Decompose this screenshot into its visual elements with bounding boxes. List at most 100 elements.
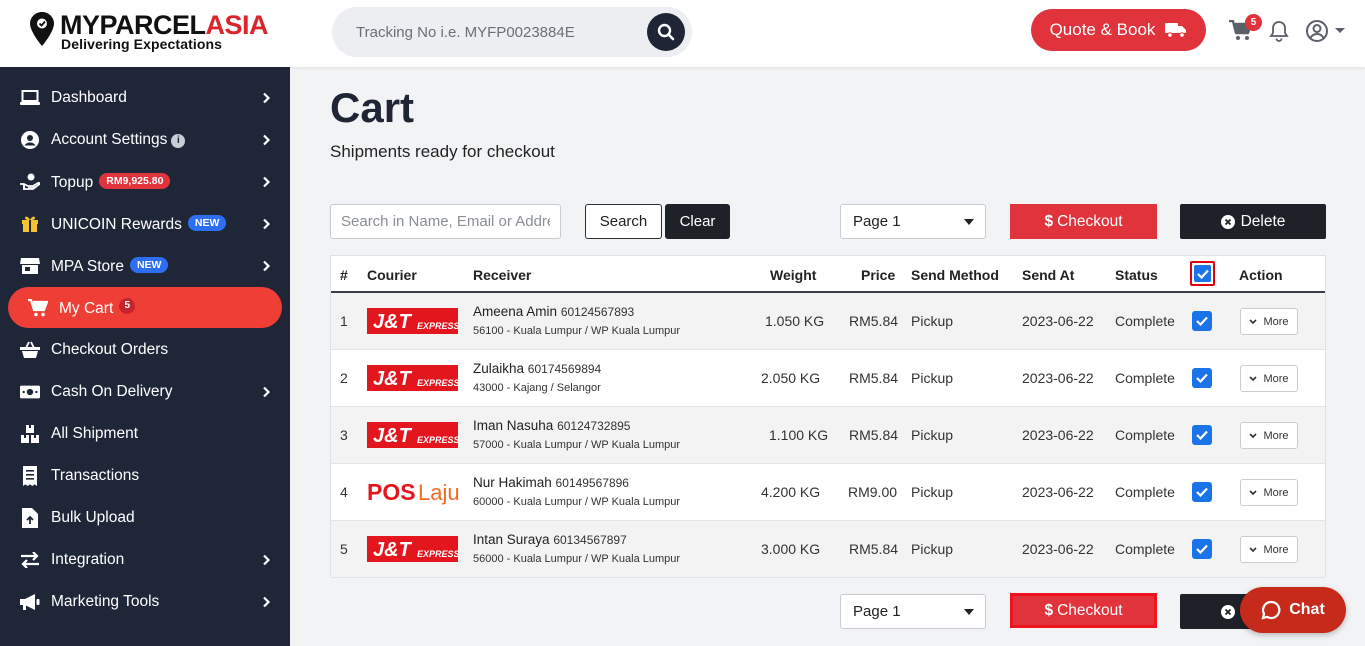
svg-text:J&T: J&T [373,425,413,447]
col-status: Status [1115,267,1158,283]
notifications-button[interactable] [1266,18,1292,44]
cart-count-badge: 5 [119,297,136,314]
row-price: RM9.00 [848,484,898,500]
col-courier: Courier [367,267,417,283]
brand-tagline: Delivering Expectations [61,36,223,52]
basket-icon [20,340,40,360]
chevron-right-icon [263,176,271,188]
caret-down-icon [964,219,974,225]
sidebar-item-topup[interactable]: Topup RM9,925.80 [0,161,290,203]
receiver-name: Zulaikha [473,361,525,376]
table-row: 5 J&T EXPRESS Intan Suraya 60134567897 56… [331,521,1325,578]
receiver-address: 57000 - Kuala Lumpur / WP Kuala Lumpur [473,439,681,451]
chevron-down-icon [1249,432,1258,438]
chat-label: Chat [1289,601,1325,618]
page-select-top[interactable]: Page 1 [840,204,986,239]
row-send-at: 2023-06-22 [1022,541,1094,557]
receiver-phone: 60124732895 [557,419,631,433]
search-button[interactable]: Search [585,204,662,239]
pos-laju-logo: POS Laju [367,479,459,505]
delete-button-top[interactable]: Delete [1180,204,1326,239]
check-icon [1196,316,1208,326]
gift-icon [20,214,40,234]
sidebar-item-unicoin-rewards[interactable]: UNICOIN Rewards NEW [0,203,290,245]
row-number: 3 [340,427,348,443]
page-select-bottom[interactable]: Page 1 [840,594,986,629]
row-number: 4 [340,484,348,500]
jt-express-logo: J&T EXPRESS [367,365,458,391]
select-all-checkbox[interactable] [1190,261,1215,286]
checkout-label: Checkout [1057,212,1123,230]
chevron-right-icon [263,134,271,146]
row-send-method: Pickup [911,484,954,500]
check-icon [1196,430,1208,440]
quote-and-book-button[interactable]: Quote & Book [1031,9,1206,51]
user-menu-button[interactable] [1300,18,1350,44]
new-badge: NEW [187,214,227,231]
sidebar-item-mpa-store[interactable]: MPA Store NEW [0,245,290,287]
sidebar-item-label: Integration [51,551,125,568]
row-checkbox[interactable] [1192,482,1212,502]
sidebar-item-all-shipment[interactable]: All Shipment [0,413,290,455]
sidebar-item-dashboard[interactable]: Dashboard [0,77,290,119]
more-label: More [1263,429,1289,442]
row-status: Complete [1115,370,1175,386]
svg-text:EXPRESS: EXPRESS [417,378,458,388]
exchange-icon [20,550,40,570]
sidebar-item-cash-on-delivery[interactable]: Cash On Delivery [0,371,290,413]
file-upload-icon [20,508,40,528]
search-icon [657,23,675,41]
svg-text:EXPRESS: EXPRESS [417,321,458,331]
sidebar-item-account-settings[interactable]: Account Settings i [0,119,290,161]
topup-hand-icon [20,172,40,192]
more-button[interactable]: More [1240,365,1298,392]
row-send-at: 2023-06-22 [1022,313,1094,329]
checkout-button-top[interactable]: $ Checkout [1010,204,1157,239]
sidebar-item-label: Cash On Delivery [51,383,173,400]
sidebar-item-label: Transactions [51,467,140,484]
row-status: Complete [1115,427,1175,443]
receiver-phone: 60149567896 [555,476,629,490]
row-checkbox[interactable] [1192,368,1212,388]
sidebar-item-checkout-orders[interactable]: Checkout Orders [0,329,290,371]
table-row: 4 POS Laju Nur Hakimah 60149567896 60000 … [331,464,1325,521]
row-number: 1 [340,313,348,329]
tracking-input[interactable] [356,20,636,44]
chat-button[interactable]: Chat [1240,587,1346,633]
user-circle-icon [1305,20,1328,42]
svg-text:J&T: J&T [373,368,413,390]
sidebar-item-label: MPA Store [51,257,124,275]
check-icon [1196,373,1208,383]
clear-button[interactable]: Clear [665,204,730,239]
sidebar-item-label: Bulk Upload [51,509,135,526]
col-action: Action [1239,267,1283,283]
row-checkbox[interactable] [1192,311,1212,331]
sidebar-item-integration[interactable]: Integration [0,539,290,581]
sidebar-item-transactions[interactable]: Transactions [0,455,290,497]
cart-search-input[interactable] [330,204,561,239]
more-button[interactable]: More [1240,479,1298,506]
row-checkbox[interactable] [1192,539,1212,559]
more-button[interactable]: More [1240,308,1298,335]
check-icon [1196,269,1209,279]
row-send-method: Pickup [911,313,954,329]
tracking-search-button[interactable] [647,13,685,51]
receiver-address: 43000 - Kajang / Selangor [473,382,601,394]
boxes-icon [20,424,40,444]
checkout-button-bottom[interactable]: $ Checkout [1010,593,1157,628]
row-number: 5 [340,541,348,557]
caret-down-icon [1334,28,1345,33]
row-weight: 1.100 KG [769,427,829,443]
chevron-down-icon [1249,489,1258,495]
row-price: RM5.84 [849,541,899,557]
brand-logo[interactable]: MYPARCELASIA Delivering Expectations [30,10,280,58]
more-button[interactable]: More [1240,536,1298,563]
sidebar-item-marketing-tools[interactable]: Marketing Tools [0,581,290,623]
sidebar-item-bulk-upload[interactable]: Bulk Upload [0,497,290,539]
col-receiver: Receiver [473,267,532,283]
row-price: RM5.84 [849,370,899,386]
info-icon: i [171,134,186,148]
row-checkbox[interactable] [1192,425,1212,445]
sidebar-item-my-cart[interactable]: My Cart 5 [8,287,282,328]
more-button[interactable]: More [1240,422,1298,449]
